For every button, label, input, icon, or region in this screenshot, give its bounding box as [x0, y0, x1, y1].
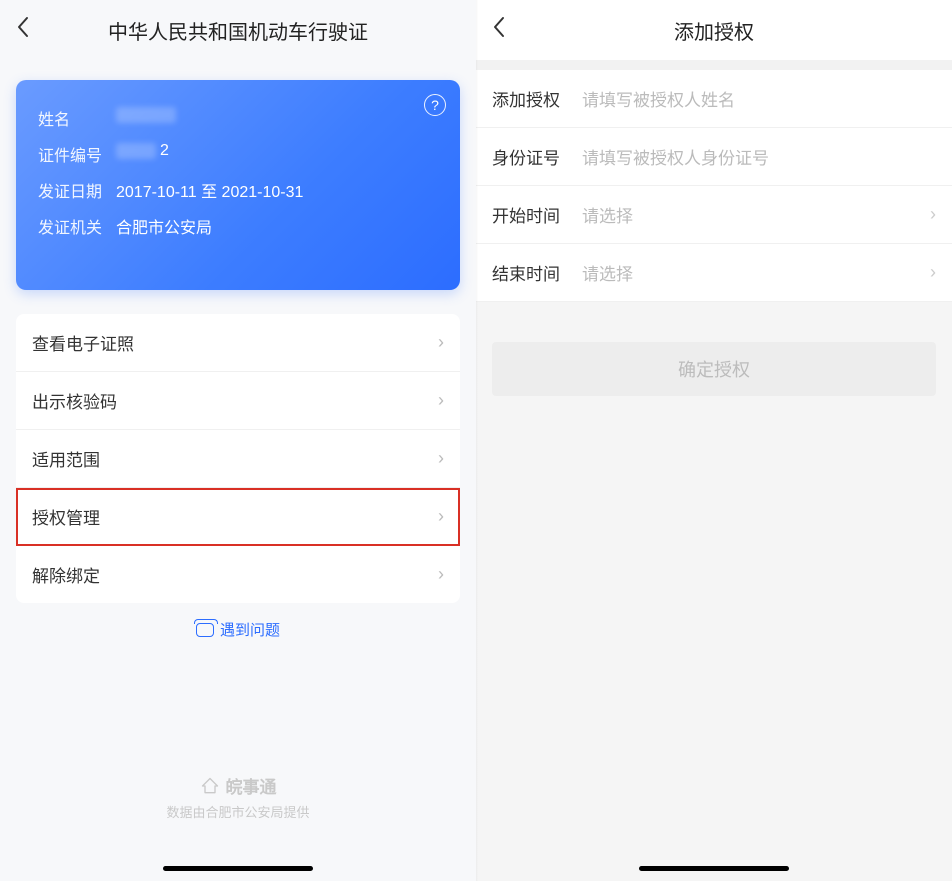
- license-card: ? 姓名 证件编号 2 发证日期 2017-10-11 至 2021-10-31…: [16, 80, 460, 290]
- auth-name-input[interactable]: 请填写被授权人姓名: [582, 86, 936, 111]
- name-label: 姓名: [38, 106, 116, 130]
- footer-brand: 皖事通 数据由合肥市公安局提供: [0, 773, 476, 821]
- id-number-label: 身份证号: [492, 144, 582, 169]
- auth-form: 添加授权 请填写被授权人姓名 身份证号 请填写被授权人身份证号 开始时间 请选择…: [476, 70, 952, 302]
- start-time-label: 开始时间: [492, 202, 582, 227]
- robot-icon: [196, 623, 214, 637]
- menu-list: 查看电子证照 › 出示核验码 › 适用范围 › 授权管理 › 解除绑定 ›: [16, 314, 460, 603]
- separator: [476, 60, 952, 70]
- chevron-right-icon: ›: [930, 262, 936, 283]
- right-screen: 添加授权 添加授权 请填写被授权人姓名 身份证号 请填写被授权人身份证号 开始时…: [476, 0, 952, 881]
- chevron-right-icon: ›: [438, 506, 444, 527]
- auth-name-label: 添加授权: [492, 86, 582, 111]
- confirm-area: 确定授权: [476, 302, 952, 436]
- chevron-right-icon: ›: [930, 204, 936, 225]
- chevron-right-icon: ›: [438, 564, 444, 585]
- nav-bar: 添加授权: [476, 0, 952, 60]
- issuer-label: 发证机关: [38, 214, 116, 238]
- brand-row: 皖事通: [0, 773, 476, 798]
- form-row-start-time[interactable]: 开始时间 请选择 ›: [476, 186, 952, 244]
- start-time-select[interactable]: 请选择: [582, 202, 930, 227]
- menu-item-view-license[interactable]: 查看电子证照 ›: [16, 314, 460, 372]
- help-icon[interactable]: ?: [424, 94, 446, 116]
- menu-item-label: 查看电子证照: [32, 330, 134, 355]
- redacted-name: [116, 107, 176, 123]
- id-number-input[interactable]: 请填写被授权人身份证号: [582, 144, 936, 169]
- brand-name: 皖事通: [226, 773, 277, 798]
- card-row-id: 证件编号 2: [38, 142, 438, 166]
- id-value: 2: [116, 142, 438, 166]
- confirm-auth-button[interactable]: 确定授权: [492, 342, 936, 396]
- menu-item-label: 适用范围: [32, 446, 100, 471]
- menu-item-unbind[interactable]: 解除绑定 ›: [16, 546, 460, 603]
- page-title: 添加授权: [492, 16, 936, 45]
- name-value: [116, 106, 438, 130]
- menu-item-label: 授权管理: [32, 504, 100, 529]
- form-row-auth-name[interactable]: 添加授权 请填写被授权人姓名: [476, 70, 952, 128]
- home-indicator[interactable]: [163, 866, 313, 871]
- chevron-right-icon: ›: [438, 390, 444, 411]
- home-indicator[interactable]: [639, 866, 789, 871]
- form-row-id-number[interactable]: 身份证号 请填写被授权人身份证号: [476, 128, 952, 186]
- brand-logo-icon: [200, 776, 220, 796]
- page-title: 中华人民共和国机动车行驶证: [16, 16, 460, 45]
- menu-item-verify-code[interactable]: 出示核验码 ›: [16, 372, 460, 430]
- divider-shadow: [476, 0, 478, 881]
- menu-item-scope[interactable]: 适用范围 ›: [16, 430, 460, 488]
- nav-bar: 中华人民共和国机动车行驶证: [0, 0, 476, 60]
- redacted-id: [116, 143, 156, 159]
- form-row-end-time[interactable]: 结束时间 请选择 ›: [476, 244, 952, 302]
- menu-item-label: 出示核验码: [32, 388, 117, 413]
- end-time-label: 结束时间: [492, 260, 582, 285]
- footer-source: 数据由合肥市公安局提供: [0, 802, 476, 821]
- card-row-issuer: 发证机关 合肥市公安局: [38, 214, 438, 238]
- issue-date-label: 发证日期: [38, 178, 116, 202]
- problem-link[interactable]: 遇到问题: [0, 603, 476, 656]
- id-value-suffix: 2: [160, 142, 169, 159]
- card-area: ? 姓名 证件编号 2 发证日期 2017-10-11 至 2021-10-31…: [0, 60, 476, 290]
- issue-date-value: 2017-10-11 至 2021-10-31: [116, 178, 438, 202]
- card-row-issue-date: 发证日期 2017-10-11 至 2021-10-31: [38, 178, 438, 202]
- menu-item-auth-manage[interactable]: 授权管理 ›: [16, 488, 460, 546]
- end-time-select[interactable]: 请选择: [582, 260, 930, 285]
- chevron-right-icon: ›: [438, 332, 444, 353]
- left-screen: 中华人民共和国机动车行驶证 ? 姓名 证件编号 2 发证日期 2017-10-1…: [0, 0, 476, 881]
- problem-link-label: 遇到问题: [220, 619, 280, 640]
- card-row-name: 姓名: [38, 106, 438, 130]
- id-label: 证件编号: [38, 142, 116, 166]
- chevron-right-icon: ›: [438, 448, 444, 469]
- issuer-value: 合肥市公安局: [116, 214, 438, 238]
- menu-item-label: 解除绑定: [32, 562, 100, 587]
